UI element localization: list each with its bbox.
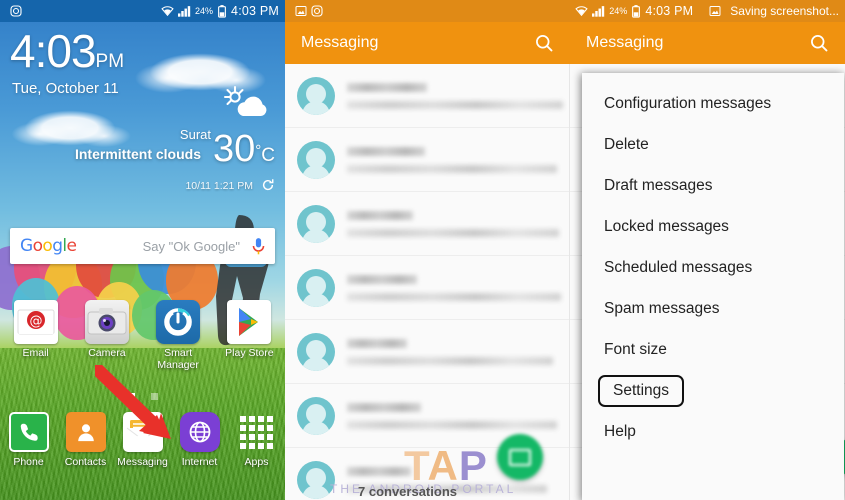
screenshot-notification-text: Saving screenshot... <box>730 4 839 18</box>
app-label: Camera <box>88 347 126 359</box>
internet-icon <box>179 412 220 452</box>
clock-hours-minutes: 4:03 <box>10 25 97 77</box>
app-title-right: Messaging <box>586 34 664 51</box>
dock-label: Phone <box>13 456 44 468</box>
avatar <box>297 332 335 371</box>
google-search-bar[interactable]: Google Say "Ok Google" <box>10 228 275 264</box>
avatar <box>297 204 335 243</box>
list-item[interactable] <box>285 320 569 384</box>
dock-item-phone[interactable]: Phone <box>0 412 57 492</box>
camera-icon <box>84 300 129 344</box>
home-screen-panel: 24% 4:03 PM 4:03PM Tue, October 11 Surat… <box>0 0 285 500</box>
microphone-icon[interactable] <box>252 237 265 256</box>
svg-text:@: @ <box>29 314 42 329</box>
conversation-list-left[interactable]: TAP THE ANDROID PORTAL 7 conversations <box>285 64 570 500</box>
app-title-left: Messaging <box>301 34 379 51</box>
dock-label: Messaging <box>117 456 168 468</box>
menu-item-spam-messages[interactable]: Spam messages <box>582 288 844 329</box>
menu-item-label: Scheduled messages <box>604 258 753 276</box>
messaging-panel: 24% 4:03 PM Saving screenshot... Messagi… <box>285 0 845 500</box>
image-icon <box>295 5 307 17</box>
play-store-icon <box>227 300 272 344</box>
red-arrow-icon <box>95 365 171 439</box>
instagram-icon <box>10 5 22 17</box>
app-bar-right: Messaging <box>570 22 845 64</box>
app-email[interactable]: @ Email <box>0 300 71 380</box>
battery-percent: 24% <box>195 6 214 16</box>
menu-item-label: Draft messages <box>604 176 713 194</box>
list-item[interactable] <box>285 128 569 192</box>
avatar <box>297 140 335 179</box>
degree-symbol: ° <box>255 142 262 159</box>
status-time-right: 4:03 PM <box>645 4 694 18</box>
avatar <box>297 268 335 307</box>
menu-item-label: Configuration messages <box>604 94 772 112</box>
compose-message-icon[interactable] <box>497 434 543 480</box>
partly-cloudy-icon <box>224 86 267 116</box>
menu-item-delete[interactable]: Delete <box>582 124 844 165</box>
menu-item-label: Help <box>604 422 636 440</box>
avatar <box>297 76 335 115</box>
phone-icon <box>8 412 49 452</box>
status-bar-right: 24% 4:03 PM Saving screenshot... <box>285 0 845 22</box>
temp-unit: C <box>261 145 275 166</box>
avatar <box>297 460 335 499</box>
signal-icon <box>592 5 605 17</box>
instagram-icon <box>311 5 323 17</box>
email-icon: @ <box>13 300 58 344</box>
smart-manager-icon <box>156 300 201 344</box>
dock-label: Apps <box>244 456 269 468</box>
menu-item-configuration-messages[interactable]: Configuration messages <box>582 83 844 124</box>
search-icon[interactable] <box>534 33 554 53</box>
app-play-store[interactable]: Play Store <box>214 300 285 380</box>
menu-item-font-size[interactable]: Font size <box>582 329 844 370</box>
search-icon[interactable] <box>809 33 829 53</box>
screenshot-root: 24% 4:03 PM 4:03PM Tue, October 11 Surat… <box>0 0 845 500</box>
signal-icon <box>178 5 191 17</box>
battery-icon <box>632 4 641 18</box>
menu-item-label: Spam messages <box>604 299 720 317</box>
clock-date: Tue, October 11 <box>12 80 119 97</box>
list-item[interactable] <box>285 256 569 320</box>
menu-item-label: Locked messages <box>604 217 729 235</box>
weather-updated-time: 10/11 1:21 PM <box>185 180 253 192</box>
menu-item-draft-messages[interactable]: Draft messages <box>582 165 844 206</box>
refresh-icon[interactable] <box>261 178 275 192</box>
clock-time: 4:03PM <box>10 28 124 85</box>
weather-condition: Intermittent clouds <box>74 146 201 162</box>
menu-item-label: Settings <box>598 374 685 407</box>
search-hint-text: Say "Ok Google" <box>142 238 240 254</box>
clock-weather-widget[interactable]: 4:03PM Tue, October 11 Surat Intermitten… <box>0 22 285 212</box>
overflow-menu[interactable]: Configuration messages Delete Draft mess… <box>582 73 844 500</box>
battery-icon <box>218 4 226 18</box>
menu-item-locked-messages[interactable]: Locked messages <box>582 206 844 247</box>
wifi-icon <box>161 5 174 17</box>
menu-item-settings[interactable]: Settings <box>582 370 844 411</box>
list-item[interactable] <box>285 64 569 128</box>
google-logo: Google <box>20 236 77 256</box>
app-label: Email <box>22 347 49 359</box>
list-item[interactable] <box>285 192 569 256</box>
menu-item-label: Font size <box>604 340 667 358</box>
apps-grid-icon <box>237 412 277 452</box>
menu-item-label: Delete <box>604 135 649 153</box>
dock-label: Contacts <box>64 456 107 468</box>
screenshot-icon <box>709 5 721 17</box>
clock-ampm: PM <box>95 51 125 72</box>
menu-item-help[interactable]: Help <box>582 411 844 452</box>
temp-value: 30 <box>212 128 256 170</box>
weather-city: Surat <box>179 127 211 142</box>
battery-percent: 24% <box>609 6 628 16</box>
weather-temperature: 30°C <box>213 130 275 175</box>
app-label: Play Store <box>225 347 274 359</box>
avatar <box>297 396 335 435</box>
app-bars: Messaging Messaging <box>285 22 845 64</box>
wifi-icon <box>575 5 588 17</box>
dock-label: Internet <box>181 456 218 468</box>
status-bar-left: 24% 4:03 PM <box>0 0 285 22</box>
menu-item-scheduled-messages[interactable]: Scheduled messages <box>582 247 844 288</box>
app-bar-left: Messaging <box>285 22 570 64</box>
dock-item-apps[interactable]: Apps <box>228 412 285 492</box>
status-time-left: 4:03 PM <box>231 4 279 18</box>
